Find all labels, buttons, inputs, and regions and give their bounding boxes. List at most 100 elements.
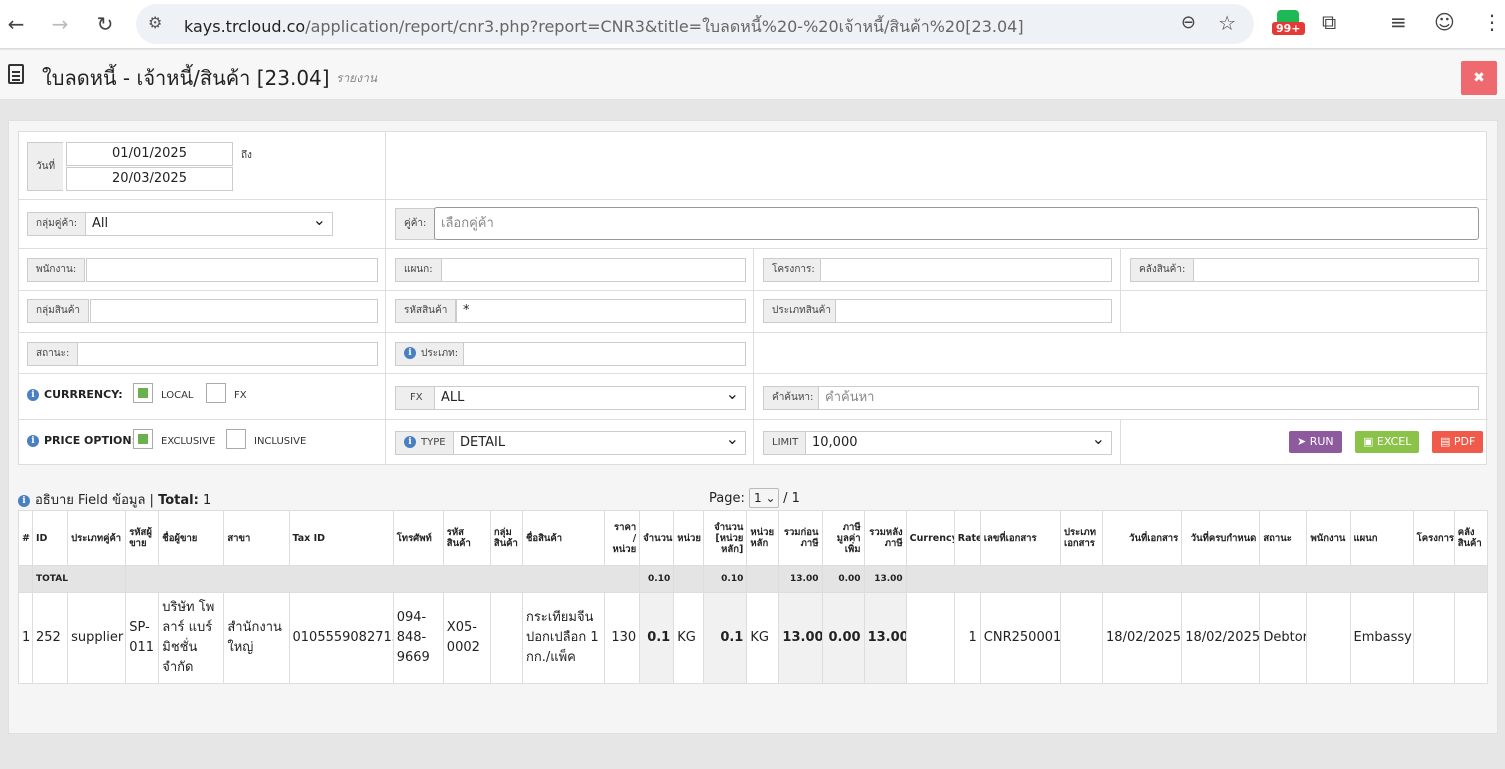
col-header[interactable]: Currency xyxy=(905,510,955,566)
field-info-link[interactable]: อธิบาย Field ข้อมูล xyxy=(35,493,145,508)
cell-before-tax: 13.00 xyxy=(778,592,823,684)
col-header[interactable]: Rate xyxy=(953,510,981,566)
col-header[interactable]: หน่วย xyxy=(673,510,705,566)
col-header[interactable]: จำนวน [หน่วยหลัก] xyxy=(703,510,748,566)
col-header[interactable]: กลุ่มสินค้า xyxy=(489,510,523,566)
close-button[interactable]: ✖ xyxy=(1461,61,1497,95)
address-bar[interactable]: ⚙ kays.trcloud.co/application/report/cnr… xyxy=(136,4,1254,44)
status-input[interactable] xyxy=(77,342,378,366)
info-icon[interactable]: i xyxy=(404,347,416,359)
col-header[interactable]: ประเภทคู่ค้า xyxy=(67,510,127,566)
product-type-input[interactable] xyxy=(835,299,1112,323)
info-icon[interactable]: i xyxy=(404,436,416,448)
col-header[interactable]: วันที่ครบกำหนด xyxy=(1181,510,1261,566)
excel-button[interactable]: ▣ EXCEL xyxy=(1355,431,1420,453)
info-icon[interactable]: i xyxy=(27,435,39,447)
date-from-input[interactable]: 01/01/2025 xyxy=(66,142,233,166)
col-header[interactable]: รหัสผู้ขาย xyxy=(125,510,160,566)
col-header[interactable]: Tax ID xyxy=(288,510,394,566)
col-header[interactable]: ชื่อผู้ขาย xyxy=(158,510,225,566)
col-header[interactable]: โทรศัพท์ xyxy=(392,510,444,566)
col-header[interactable]: คลังสินค้า xyxy=(1453,510,1489,566)
cell-no: 1 xyxy=(17,592,34,684)
col-header[interactable]: ภาษีมูลค่าเพิ่ม xyxy=(821,510,865,566)
cell-doc-type xyxy=(1059,592,1104,684)
col-header[interactable]: รวมก่อนภาษี xyxy=(778,510,823,566)
currency-local-checkbox[interactable] xyxy=(133,383,153,403)
col-header[interactable]: โครงการ xyxy=(1412,510,1455,566)
project-input[interactable] xyxy=(820,258,1112,282)
product-code-input[interactable]: * xyxy=(456,299,746,323)
reload-icon[interactable]: ↻ xyxy=(91,10,119,38)
col-header[interactable]: ราคา / หน่วย xyxy=(604,510,641,566)
price-exclusive-checkbox[interactable] xyxy=(133,429,153,449)
pdf-button[interactable]: ▤ PDF xyxy=(1432,431,1484,453)
warehouse-input[interactable] xyxy=(1193,258,1479,282)
puzzle-extensions-icon[interactable]: ⧉ xyxy=(1322,10,1336,34)
cell-qty: 0.1 xyxy=(639,592,675,684)
url-text[interactable]: kays.trcloud.co/application/report/cnr3.… xyxy=(184,15,1024,40)
col-header[interactable]: ประเภทเอกสาร xyxy=(1059,510,1104,566)
excel-button-label: EXCEL xyxy=(1376,435,1412,448)
price-inclusive-label: INCLUSIVE xyxy=(254,436,307,447)
back-arrow-icon[interactable]: ← xyxy=(2,10,30,38)
cell-vendor-name: บริษัท โพลาร์ แบร์ มิชชั่น จำกัด xyxy=(158,592,225,684)
cell-department: Embassy xyxy=(1349,592,1414,684)
col-header[interactable]: ID xyxy=(32,510,69,566)
total-before-tax: 13.00 xyxy=(778,565,823,593)
col-header[interactable]: แผนก xyxy=(1349,510,1414,566)
cell-qty-main: 0.1 xyxy=(703,592,748,684)
col-header[interactable]: เลขที่เอกสาร xyxy=(979,510,1061,566)
cell-due-date: 18/02/2025 xyxy=(1181,592,1261,684)
bookmark-star-icon[interactable]: ☆ xyxy=(1218,11,1236,35)
price-inclusive-checkbox[interactable] xyxy=(226,429,246,449)
cell-doc-no[interactable]: CNR250001 xyxy=(979,592,1061,684)
report-type-select[interactable]: DETAIL xyxy=(453,428,746,455)
page-total: 1 xyxy=(791,491,800,506)
customer-select[interactable]: เลือกคู่ค้า xyxy=(434,207,1479,240)
col-header[interactable]: ชื่อสินค้า xyxy=(521,510,606,566)
currency-fx-checkbox[interactable] xyxy=(206,383,226,403)
col-header[interactable]: พนักงาน xyxy=(1306,510,1351,566)
currency-fx-label: FX xyxy=(234,390,247,401)
limit-select[interactable]: 10,000 xyxy=(805,428,1112,455)
page-label: Page: xyxy=(709,491,745,506)
col-header[interactable]: # xyxy=(17,510,34,566)
date-to-input[interactable]: 20/03/2025 xyxy=(66,167,233,191)
site-info-icon[interactable]: ⚙ xyxy=(148,13,162,32)
report-type-label-text: TYPE xyxy=(421,437,446,448)
col-header[interactable]: จำนวน xyxy=(639,510,675,566)
search-input[interactable]: คำค้นหา xyxy=(818,386,1479,410)
media-queue-icon[interactable]: ≡ xyxy=(1390,10,1407,34)
customer-group-select[interactable]: All xyxy=(85,209,333,236)
table-row[interactable]: 1 252 supplier SP-011 บริษัท โพลาร์ แบร์… xyxy=(17,592,1489,684)
url-path: /application/report/cnr3.php?report=CNR3… xyxy=(305,17,1024,36)
zoom-icon[interactable]: ⊖ xyxy=(1181,12,1196,33)
run-button[interactable]: ➤ RUN xyxy=(1289,431,1342,453)
cell-id[interactable]: 252 xyxy=(32,592,69,684)
col-header[interactable]: หน่วยหลัก xyxy=(746,510,780,566)
department-input[interactable] xyxy=(441,258,746,282)
warehouse-label: คลังสินค้า: xyxy=(1130,258,1195,282)
col-header[interactable]: วันที่เอกสาร xyxy=(1102,510,1183,566)
doc-type-input[interactable] xyxy=(463,342,746,366)
profile-avatar-icon[interactable]: ☺ xyxy=(1434,10,1455,34)
product-group-input[interactable] xyxy=(90,299,378,323)
price-option-label-text: PRICE OPTION: xyxy=(44,434,137,447)
forward-arrow-icon[interactable]: → xyxy=(46,10,74,38)
info-icon[interactable]: i xyxy=(18,494,30,507)
date-label: วันที่ xyxy=(27,142,64,191)
department-label: แผนก: xyxy=(395,258,442,282)
col-header[interactable]: รหัสสินค้า xyxy=(442,510,491,566)
doc-type-label-text: ประเภท: xyxy=(421,348,459,359)
col-header[interactable]: รวมหลังภาษี xyxy=(863,510,907,566)
info-icon[interactable]: i xyxy=(27,389,39,401)
menu-kebab-icon[interactable]: ⋮ xyxy=(1482,10,1502,34)
fx-select[interactable]: ALL xyxy=(434,383,746,410)
employee-input[interactable] xyxy=(86,258,378,282)
cell-product-group xyxy=(489,592,523,684)
cell-product-code: X05-0002 xyxy=(442,592,491,684)
col-header[interactable]: สถานะ xyxy=(1259,510,1308,566)
col-header[interactable]: สาขา xyxy=(223,510,290,566)
page-select[interactable]: 1 ⌄ xyxy=(749,488,779,508)
